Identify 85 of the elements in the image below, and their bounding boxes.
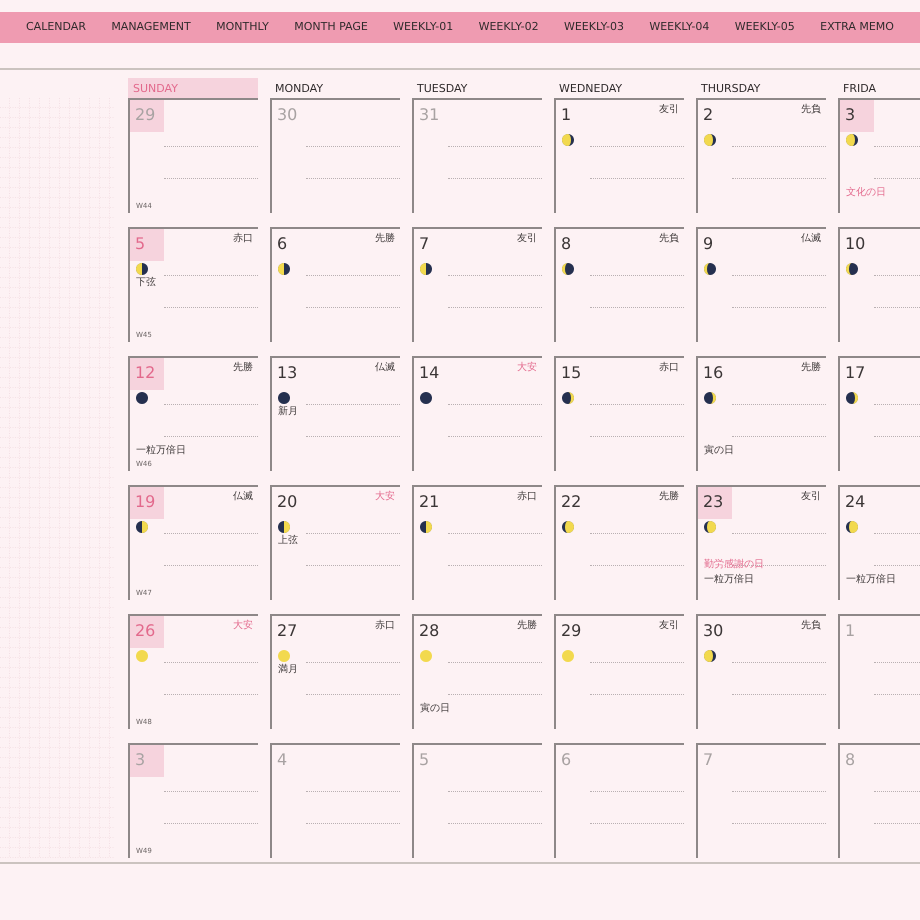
moon-phase-label: 下弦: [135, 276, 156, 289]
date-number: 24: [844, 491, 866, 513]
date-number: 27: [276, 620, 298, 642]
holiday-name: 文化の日: [845, 187, 886, 199]
moon-phase-label: 新月: [277, 404, 298, 418]
rokuyo-label: 先勝: [233, 360, 254, 374]
nav-tab[interactable]: MONTHLY: [216, 19, 269, 36]
date-number: 30: [702, 620, 724, 642]
date-number: 3: [840, 100, 874, 132]
date-number: 16: [702, 362, 724, 384]
rokuyo-label: 大安: [517, 360, 538, 374]
date-number: 23: [698, 487, 732, 519]
nav-tab[interactable]: WEEKLY-04: [649, 19, 710, 36]
nav-tab[interactable]: EXTRA MEMO: [820, 19, 894, 36]
date-number: 9: [702, 233, 714, 255]
rokuyo-label: 先勝: [517, 618, 538, 632]
date-number: 29: [130, 100, 164, 132]
rokuyo-label: 先負: [801, 618, 822, 632]
weekday-header: TUESDAY: [416, 81, 468, 97]
rokuyo-label: 大安: [375, 490, 396, 503]
date-number: 31: [418, 104, 440, 126]
nav-tab[interactable]: WEEKLY-01: [393, 19, 454, 36]
date-number: 17: [844, 362, 866, 384]
date-number: 1: [560, 104, 572, 126]
rokuyo-label: 赤口: [659, 360, 680, 374]
date-number: 19: [130, 487, 164, 519]
date-number: 26: [130, 616, 164, 648]
nav-tab[interactable]: MONTH PAGE: [294, 19, 368, 36]
date-number: 5: [130, 229, 164, 261]
date-number: 6: [560, 749, 572, 771]
date-number: 3: [130, 745, 164, 777]
rokuyo-label: 友引: [801, 490, 822, 503]
date-number: 30: [276, 104, 298, 126]
rokuyo-label: 友引: [517, 232, 538, 245]
rokuyo-label: 先負: [801, 102, 822, 116]
date-number: 1: [844, 620, 856, 642]
date-number: 22: [560, 491, 582, 513]
date-number: 10: [844, 233, 866, 255]
moon-phase-label: 上弦: [277, 534, 298, 547]
nav-tab[interactable]: WEEKLY-02: [478, 19, 539, 36]
weekday-header: THURSDAY: [700, 81, 762, 97]
date-number: 20: [276, 491, 298, 513]
event-note: 一粒万倍日: [135, 445, 186, 457]
date-number: 12: [130, 358, 164, 390]
date-number: 2: [702, 104, 714, 126]
event-note: 寅の日: [419, 703, 450, 715]
rokuyo-label: 仏滅: [801, 232, 822, 245]
moon-phase-label: 満月: [277, 662, 298, 676]
date-number: 8: [844, 749, 856, 771]
rokuyo-label: 仏滅: [375, 360, 396, 374]
rokuyo-label: 先負: [659, 232, 680, 245]
date-number: 14: [418, 362, 440, 384]
rokuyo-label: 先勝: [801, 360, 822, 374]
nav-tab[interactable]: WEEKLY-05: [734, 19, 795, 36]
nav-tab[interactable]: WEEKLY-03: [564, 19, 624, 36]
rokuyo-label: 仏滅: [233, 490, 254, 503]
date-number: 21: [418, 491, 440, 513]
date-number: 7: [418, 233, 430, 255]
weekday-header: FRIDA: [842, 81, 878, 97]
date-number: 29: [560, 620, 582, 642]
rokuyo-label: 赤口: [233, 232, 254, 245]
event-note: 一粒万倍日: [845, 574, 896, 586]
date-number: 6: [276, 233, 288, 255]
date-number: 4: [276, 749, 288, 771]
rokuyo-label: 大安: [233, 618, 254, 632]
date-number: 8: [560, 233, 572, 255]
date-number: 13: [276, 362, 298, 384]
date-number: 7: [702, 749, 714, 771]
rokuyo-label: 友引: [659, 619, 680, 632]
rokuyo-label: 先勝: [659, 490, 680, 503]
date-number: 5: [418, 749, 430, 771]
event-note: 一粒万倍日: [703, 574, 754, 586]
weekday-header: SUNDAY: [128, 78, 258, 98]
weekday-header: WEDNEDAY: [558, 81, 624, 97]
rokuyo-label: 赤口: [375, 618, 396, 632]
holiday-name: 勤労感謝の日: [703, 559, 764, 571]
date-number: 15: [560, 362, 582, 384]
nav-tab[interactable]: MANAGEMENT: [111, 19, 191, 36]
event-note: 寅の日: [703, 445, 734, 457]
rokuyo-label: 先勝: [375, 232, 396, 245]
rokuyo-label: 友引: [659, 103, 680, 116]
rokuyo-label: 赤口: [517, 490, 538, 503]
date-number: 28: [418, 620, 440, 642]
weekday-header: MONDAY: [274, 81, 324, 97]
nav-tab[interactable]: CALENDAR: [26, 19, 86, 36]
